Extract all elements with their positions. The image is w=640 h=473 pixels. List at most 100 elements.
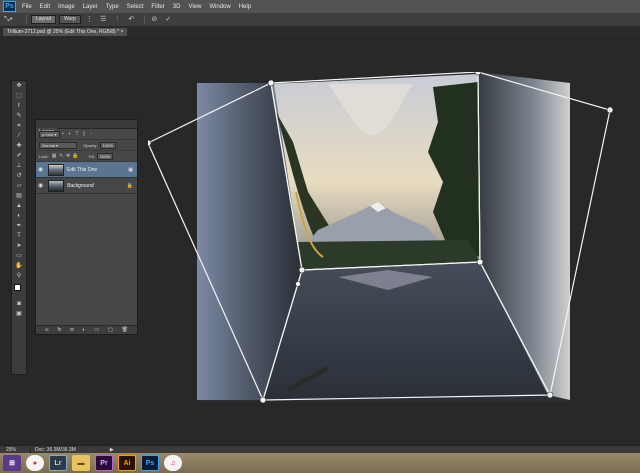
menu-file[interactable]: File (22, 4, 32, 10)
warp-pin[interactable] (546, 391, 554, 399)
straighten-icon[interactable]: ⫶ (112, 15, 123, 25)
hand-icon[interactable]: ✋ (12, 261, 26, 271)
layers-empty-area (36, 194, 137, 334)
fx-icon[interactable]: fx (57, 327, 61, 333)
quick-select-icon[interactable]: ✎ (12, 111, 26, 121)
lock-row: Lock: ▦ ✎ ✥ 🔒 Fill: 100% (36, 151, 137, 162)
history-brush-icon[interactable]: ↺ (12, 171, 26, 181)
menu-window[interactable]: Window (209, 4, 230, 10)
chrome-icon[interactable]: ● (26, 455, 44, 471)
menu-image[interactable]: Image (58, 4, 75, 10)
filter-pixel-icon[interactable]: ▪ (60, 131, 67, 137)
lock-label: Lock: (39, 153, 49, 159)
foreground-color[interactable] (14, 284, 21, 291)
marquee-icon[interactable]: ⬚ (12, 91, 26, 101)
menu-type[interactable]: Type (106, 4, 119, 10)
start-icon[interactable]: ⊞ (3, 455, 21, 471)
screen-mode-icon[interactable]: ▣ (12, 309, 26, 319)
lock-all-icon[interactable]: 🔒 (72, 153, 79, 159)
commit-icon[interactable]: ✓ (163, 15, 174, 25)
filter-type-icon[interactable]: T (74, 131, 81, 137)
eraser-icon[interactable]: ▱ (12, 181, 26, 191)
healing-icon[interactable]: ✚ (12, 141, 26, 151)
filter-kind-select[interactable]: ρ Kind ▾ (39, 130, 60, 138)
lightroom-icon[interactable]: Lr (49, 455, 67, 471)
status-menu-icon[interactable]: ▶ (110, 447, 114, 453)
gradient-icon[interactable]: ▤ (12, 191, 26, 201)
illustrator-icon[interactable]: Ai (118, 455, 136, 471)
menu-select[interactable]: Select (127, 4, 144, 10)
warp-pin[interactable] (298, 266, 306, 274)
type-icon[interactable]: T (12, 231, 26, 241)
transform-tool-icon[interactable]: ⤡▾ (4, 15, 22, 25)
rectangle-icon[interactable]: ▭ (12, 251, 26, 261)
grid-icon[interactable]: ⋮ (84, 15, 95, 25)
blur-icon[interactable]: ▲ (12, 201, 26, 211)
zoom-icon[interactable]: ⚲ (12, 271, 26, 281)
opacity-field[interactable]: 100% (99, 141, 116, 149)
itunes-icon[interactable]: ♫ (164, 455, 182, 471)
zoom-level[interactable]: 25% (0, 447, 30, 453)
layer-name[interactable]: Background (67, 183, 127, 189)
warp-pin[interactable] (148, 139, 152, 147)
menu-layer[interactable]: Layer (83, 4, 98, 10)
layer-name[interactable]: Edit This One (67, 167, 128, 173)
menu-filter[interactable]: Filter (151, 4, 164, 10)
menu-view[interactable]: View (188, 4, 201, 10)
eyedropper-icon[interactable]: ⁄ (12, 131, 26, 141)
warp-pin[interactable] (476, 258, 484, 266)
mask-icon[interactable]: ◘ (70, 327, 73, 333)
options-divider (26, 15, 27, 24)
dodge-icon[interactable]: ◐ (12, 211, 26, 221)
warp-pin[interactable] (606, 106, 614, 114)
grid-lines-icon[interactable]: ☰ (98, 15, 109, 25)
warp-button[interactable]: Warp (59, 15, 81, 24)
blend-row: Normal ▾ Opacity: 100% (36, 140, 137, 151)
lock-icon: 🔒 (126, 182, 133, 189)
lock-paint-icon[interactable]: ✎ (58, 153, 65, 159)
filter-shape-icon[interactable]: ▯ (81, 131, 88, 137)
premiere-icon[interactable]: Pr (95, 455, 113, 471)
blend-mode-select[interactable]: Normal ▾ (39, 141, 77, 149)
warp-pin[interactable] (259, 396, 267, 404)
options-bar: ⤡▾ Layout Warp ⋮ ☰ ⫶ ↶ ⊘ ✓ (0, 13, 640, 27)
folder-icon[interactable]: ▬ (72, 455, 90, 471)
warp-pin[interactable] (267, 79, 275, 87)
status-bar: 25% Doc: 36.3M/36.3M ▶ (0, 445, 640, 453)
color-swatches[interactable] (12, 283, 26, 299)
layers-panel-tabs: Layers (36, 120, 137, 137)
photoshop-icon[interactable]: Ps (141, 455, 159, 471)
brush-icon[interactable]: ✐ (12, 151, 26, 161)
eye-icon[interactable]: ◉ (38, 182, 46, 189)
filter-smart-icon[interactable]: ▫ (88, 131, 95, 137)
menu-help[interactable]: Help (239, 4, 251, 10)
new-layer-icon[interactable]: ▢ (108, 327, 113, 333)
close-icon[interactable]: × (120, 29, 123, 35)
lasso-icon[interactable]: ℓ (12, 101, 26, 111)
layer-row-edit-this-one[interactable]: ◉ Edit This One ▣ (36, 162, 137, 178)
clone-stamp-icon[interactable]: ⊥ (12, 161, 26, 171)
link-icon[interactable]: ∞ (45, 327, 49, 333)
move-icon[interactable]: ✥ (12, 81, 26, 91)
eye-icon[interactable]: ◉ (38, 166, 46, 173)
trash-icon[interactable]: 🗑 (122, 327, 128, 333)
layer-row-background[interactable]: ◉ Background 🔒 (36, 178, 137, 194)
path-select-icon[interactable]: ➤ (12, 241, 26, 251)
layout-button[interactable]: Layout (31, 15, 57, 24)
pen-icon[interactable]: ✒ (12, 221, 26, 231)
crop-icon[interactable]: ⌗ (12, 121, 26, 131)
filter-adjust-icon[interactable]: ◐ (67, 131, 74, 137)
group-icon[interactable]: ▭ (94, 327, 99, 333)
undo-icon[interactable]: ↶ (126, 15, 137, 25)
menu-3d[interactable]: 3D (173, 4, 181, 10)
quick-mask-icon[interactable]: ◙ (12, 299, 26, 309)
menu-edit[interactable]: Edit (40, 4, 50, 10)
fill-field[interactable]: 100% (96, 152, 114, 160)
warp-pin[interactable] (295, 281, 301, 287)
cancel-icon[interactable]: ⊘ (149, 15, 160, 25)
adjustment-icon[interactable]: ◐ (82, 327, 85, 333)
lock-pixels-icon[interactable]: ▦ (51, 153, 58, 159)
document-tab[interactable]: Trillium-2712.psd @ 25% (Edit This One, … (3, 28, 128, 36)
document-canvas[interactable] (148, 72, 618, 404)
lock-position-icon[interactable]: ✥ (65, 153, 72, 159)
